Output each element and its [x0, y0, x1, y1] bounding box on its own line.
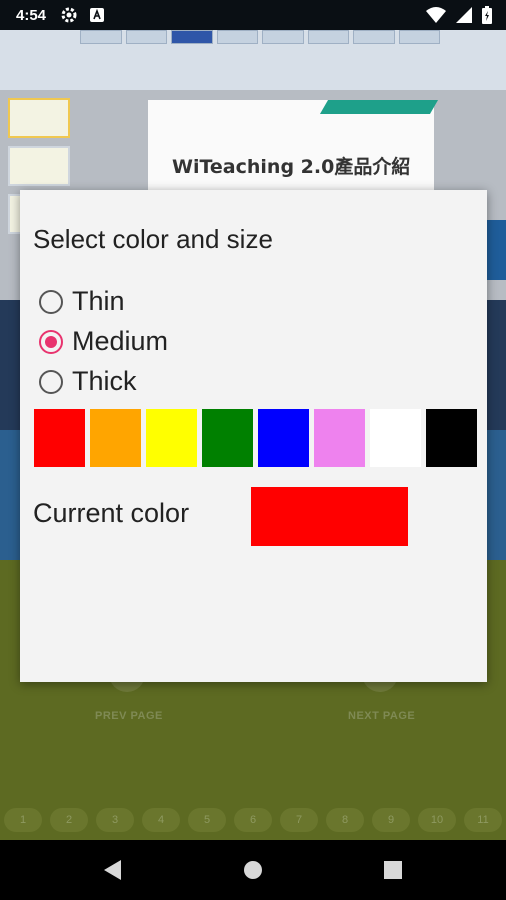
current-color-swatch	[251, 487, 408, 546]
radio-button[interactable]	[39, 289, 63, 314]
size-option-thick[interactable]: Thick	[39, 366, 137, 397]
page-button[interactable]: 4	[142, 808, 180, 832]
home-icon[interactable]	[244, 861, 262, 879]
signal-icon	[456, 7, 472, 27]
color-swatch-white[interactable]	[370, 409, 421, 467]
page-selector: 1 2 3 4 5 6 7 8 9 10 11	[0, 808, 506, 836]
wifi-icon	[426, 7, 446, 27]
battery-icon	[482, 6, 492, 28]
color-swatch-violet[interactable]	[314, 409, 365, 467]
page-button[interactable]: 3	[96, 808, 134, 832]
page-button[interactable]: 9	[372, 808, 410, 832]
slide-thumbnail	[8, 98, 70, 138]
color-swatch-yellow[interactable]	[146, 409, 197, 467]
recent-apps-icon[interactable]	[384, 861, 402, 879]
color-swatch-black[interactable]	[426, 409, 477, 467]
radio-button[interactable]	[39, 369, 63, 394]
color-size-dialog: Select color and size Thin Medium Thick …	[20, 190, 487, 682]
color-palette	[34, 409, 482, 467]
size-label: Thick	[72, 366, 137, 396]
status-time: 4:54	[16, 6, 47, 24]
color-swatch-red[interactable]	[34, 409, 85, 467]
next-page-button[interactable]: NEXT PAGE	[348, 710, 415, 722]
prev-page-button[interactable]: PREV PAGE	[95, 710, 163, 722]
size-option-thin[interactable]: Thin	[39, 286, 125, 317]
dialog-title: Select color and size	[33, 224, 273, 254]
page-button[interactable]: 7	[280, 808, 318, 832]
size-label: Thin	[72, 286, 125, 316]
page-button[interactable]: 8	[326, 808, 364, 832]
gear-icon	[60, 6, 78, 24]
color-swatch-green[interactable]	[202, 409, 253, 467]
a-letter-icon	[90, 8, 105, 22]
color-swatch-orange[interactable]	[90, 409, 141, 467]
office-ribbon	[0, 30, 506, 90]
page-button[interactable]: 6	[234, 808, 272, 832]
page-button[interactable]: 5	[188, 808, 226, 832]
current-color-label: Current color	[33, 498, 190, 528]
status-bar: 4:54	[0, 0, 506, 30]
radio-button-checked[interactable]	[39, 329, 63, 354]
page-button[interactable]: 2	[50, 808, 88, 832]
navigation-bar	[0, 840, 506, 900]
slide-thumbnail	[8, 146, 70, 186]
page-button[interactable]: 11	[464, 808, 502, 832]
size-label: Medium	[72, 326, 169, 356]
size-option-medium[interactable]: Medium	[39, 326, 168, 357]
page-button[interactable]: 1	[4, 808, 42, 832]
slide-title: WiTeaching 2.0產品介紹	[172, 156, 411, 178]
page-button[interactable]: 10	[418, 808, 456, 832]
color-swatch-blue[interactable]	[258, 409, 309, 467]
back-icon[interactable]	[104, 860, 121, 880]
